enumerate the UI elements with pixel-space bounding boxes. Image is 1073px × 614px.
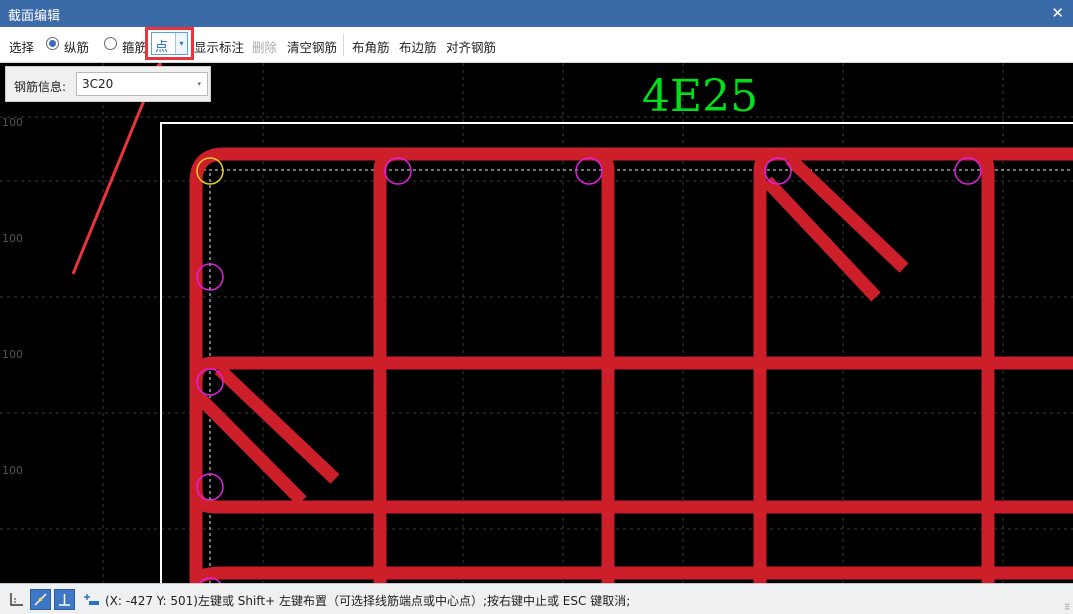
snap-endpoint-icon[interactable] xyxy=(30,589,51,610)
rebar-point[interactable] xyxy=(764,157,792,185)
window-title: 截面编辑 xyxy=(8,9,61,24)
section-editor-window: 截面编辑 ✕ 选择 纵筋 箍筋 点 ▾ 显示标注 删除 清空钢筋 布角筋 布边筋… xyxy=(0,0,1073,614)
ruler-label: 100 xyxy=(2,232,23,245)
horizontal-tie[interactable] xyxy=(189,356,1073,382)
rebar-point[interactable] xyxy=(384,157,412,185)
drawing-canvas[interactable]: 100 100 100 100 4E25 xyxy=(0,63,1073,583)
rebar-info-label: 钢筋信息: xyxy=(14,80,67,94)
stirrup-hook[interactable] xyxy=(194,392,307,506)
clear-rebar-button[interactable]: 清空钢筋 xyxy=(287,37,337,56)
rebar-info-dropdown[interactable]: 3C20 ▾ xyxy=(76,72,208,96)
horizontal-tie[interactable] xyxy=(189,566,1073,583)
status-message: (X: -427 Y: 501)左键或 Shift+ 左键布置（可选择线筋端点或… xyxy=(105,594,631,608)
delete-button[interactable]: 删除 xyxy=(252,37,277,56)
stirrup-hook[interactable] xyxy=(762,176,881,302)
guide-lines xyxy=(197,169,1073,583)
section-outline xyxy=(160,122,1073,583)
dimension-icon[interactable] xyxy=(80,589,101,610)
ruler-label: 100 xyxy=(2,116,23,129)
horizontal-tie[interactable] xyxy=(189,488,1073,514)
perpendicular-snap-icon[interactable] xyxy=(54,589,75,610)
edge-rebar-button[interactable]: 布边筋 xyxy=(399,37,437,56)
select-button[interactable]: 选择 xyxy=(9,37,34,56)
stirrup-radio[interactable] xyxy=(104,37,117,50)
close-icon[interactable]: ✕ xyxy=(1051,4,1064,22)
chevron-down-icon[interactable]: ▾ xyxy=(175,33,187,54)
resize-grip-icon[interactable]: ⠿ xyxy=(1064,603,1070,612)
stirrup-hook[interactable] xyxy=(785,154,909,273)
coordinate-axis-icon[interactable] xyxy=(6,589,27,610)
toolbar-divider xyxy=(343,34,344,56)
rebar-point[interactable] xyxy=(575,157,603,185)
rebar-point[interactable] xyxy=(954,157,982,185)
stirrup-group[interactable] xyxy=(189,147,1073,583)
placement-mode-value: 点 xyxy=(155,40,169,55)
longitudinal-radio[interactable] xyxy=(46,37,59,50)
stirrup-hook[interactable] xyxy=(214,364,340,484)
status-bar: (X: -427 Y: 501)左键或 Shift+ 左键布置（可选择线筋端点或… xyxy=(0,583,1073,614)
ruler-label: 100 xyxy=(2,348,23,361)
show-annotation-button[interactable]: 显示标注 xyxy=(194,37,244,56)
stirrup-label[interactable]: 箍筋 xyxy=(122,37,147,56)
rebar-info-panel: 钢筋信息: 3C20 ▾ xyxy=(5,66,211,102)
title-bar: 截面编辑 ✕ xyxy=(0,0,1073,27)
placement-mode-dropdown[interactable]: 点 ▾ xyxy=(151,32,188,55)
longitudinal-label[interactable]: 纵筋 xyxy=(64,37,89,56)
rebar-annotation-label[interactable]: 4E25 xyxy=(642,71,758,122)
corner-rebar-button[interactable]: 布角筋 xyxy=(352,37,390,56)
rebar-info-value: 3C20 xyxy=(82,77,114,91)
align-rebar-button[interactable]: 对齐钢筋 xyxy=(446,37,496,56)
ruler-label: 100 xyxy=(2,464,23,477)
toolbar: 选择 纵筋 箍筋 点 ▾ 显示标注 删除 清空钢筋 布角筋 布边筋 对齐钢筋 xyxy=(0,27,1073,63)
chevron-down-icon[interactable]: ▾ xyxy=(197,80,201,88)
